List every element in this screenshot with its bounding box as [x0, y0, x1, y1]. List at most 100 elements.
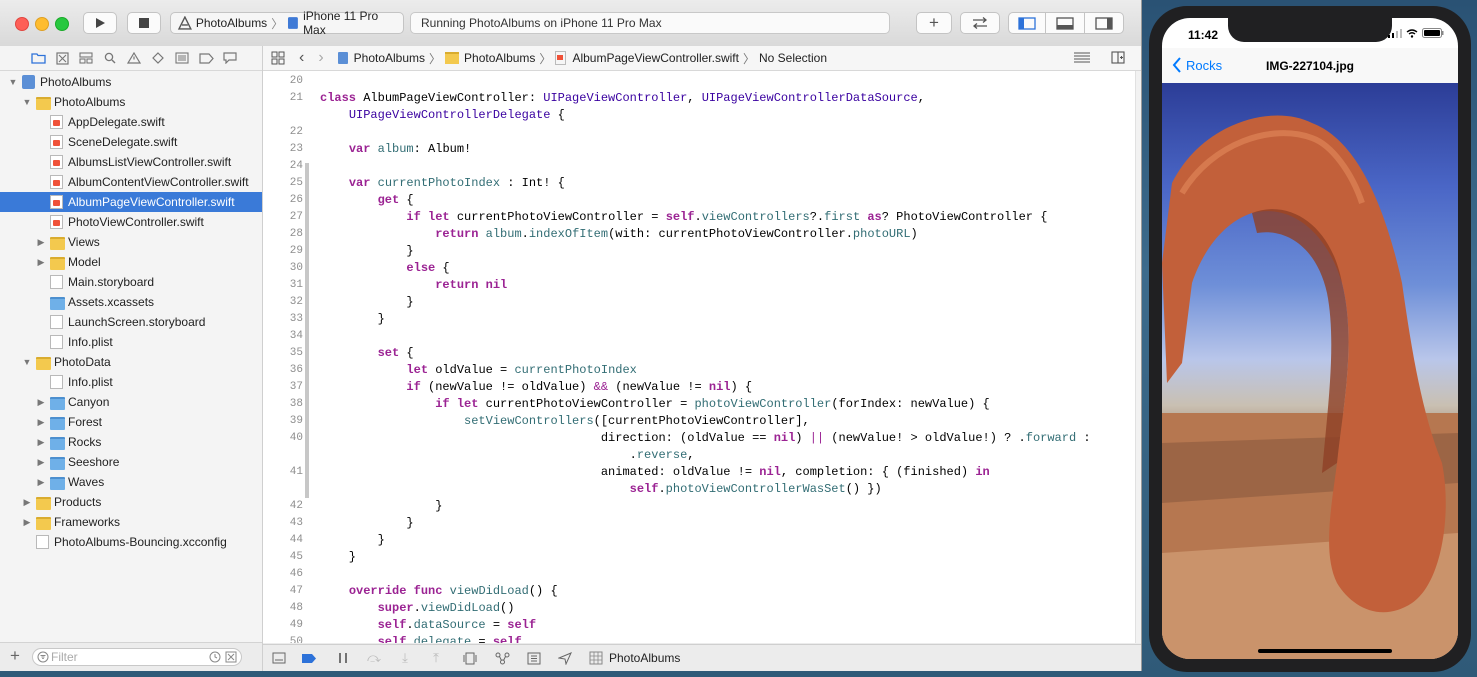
navigator-folder-row[interactable]: ▶ Forest: [0, 412, 262, 432]
code-line: self.dataSource = self: [377, 618, 537, 632]
split-editor-icon[interactable]: [1111, 51, 1125, 67]
app-target-icon: [177, 16, 192, 30]
editor-options-lines-icon[interactable]: [1073, 51, 1091, 67]
location-arrow-icon[interactable]: [557, 651, 573, 665]
pause-icon[interactable]: [335, 651, 351, 665]
navigator-folder-row[interactable]: ▶ Frameworks: [0, 512, 262, 532]
navigator-folder-row[interactable]: ▶ Views: [0, 232, 262, 252]
search-icon[interactable]: [102, 51, 118, 65]
add-file-plus-icon[interactable]: +: [10, 646, 20, 666]
navigator-item-label: Model: [68, 255, 101, 269]
step-out-icon[interactable]: ⤒: [428, 650, 444, 665]
go-back-chevron-icon[interactable]: ‹: [299, 49, 304, 67]
disclosure-closed-icon[interactable]: ▶: [36, 472, 46, 492]
disclosure-open-icon[interactable]: ▼: [8, 72, 18, 92]
disclosure-closed-icon[interactable]: ▶: [36, 392, 46, 412]
related-items-grid-icon[interactable]: [271, 51, 285, 65]
navigator-folder-row[interactable]: ▶ Seeshore: [0, 452, 262, 472]
folder-icon[interactable]: [30, 51, 46, 65]
navigator-folder-row[interactable]: ▶ Products: [0, 492, 262, 512]
source-control-icon[interactable]: [54, 51, 70, 65]
toggle-inspector-button[interactable]: [1084, 12, 1124, 34]
folder-icon: [36, 517, 51, 530]
navigator-item-label: Canyon: [68, 395, 110, 409]
disclosure-open-icon[interactable]: ▼: [22, 352, 32, 372]
disclosure-closed-icon[interactable]: ▶: [22, 492, 32, 512]
disclosure-closed-icon[interactable]: ▶: [36, 412, 46, 432]
navigator-file-row[interactable]: AppDelegate.swift: [0, 112, 262, 132]
disclosure-closed-icon[interactable]: ▶: [36, 452, 46, 472]
step-over-icon[interactable]: ⤼: [366, 650, 382, 665]
breadcrumb-project[interactable]: PhotoAlbums: [354, 51, 425, 65]
navigator-file-row[interactable]: Main.storyboard: [0, 272, 262, 292]
environment-overrides-icon[interactable]: [526, 651, 542, 665]
debug-list-icon[interactable]: [174, 51, 190, 65]
hide-debug-area-icon[interactable]: [271, 651, 287, 665]
view-hierarchy-icon[interactable]: [462, 651, 478, 665]
step-into-icon[interactable]: ⤓: [397, 650, 413, 665]
navigator-file-row[interactable]: AlbumsListViewController.swift: [0, 152, 262, 172]
navigator-folder-row[interactable]: ▼ PhotoData: [0, 352, 262, 372]
memory-graph-icon[interactable]: [494, 651, 510, 665]
minimize-window-button[interactable]: [35, 17, 49, 31]
disclosure-open-icon[interactable]: ▼: [22, 92, 32, 112]
disclosure-closed-icon[interactable]: ▶: [36, 252, 46, 272]
simulator-screen[interactable]: 11:42 Rocks IMG-227104.jpg: [1162, 18, 1458, 659]
navigator-file-row[interactable]: ▼ PhotoAlbums: [0, 72, 262, 92]
process-target[interactable]: PhotoAlbums: [589, 651, 680, 665]
swift-file-icon: [50, 215, 63, 229]
zoom-window-button[interactable]: [55, 17, 69, 31]
stop-button[interactable]: [127, 12, 161, 34]
navigator-file-row[interactable]: AlbumContentViewController.swift: [0, 172, 262, 192]
navigator-item-label: PhotoViewController.swift: [68, 215, 204, 229]
source-control-status-icon[interactable]: [225, 651, 237, 663]
source-editor[interactable]: 20 21 22 23 24 25 26 27 28 29 30 31 32 33 34 35 36 37 38 39…: [263, 71, 1135, 643]
editor-scrollbar[interactable]: [1135, 71, 1141, 643]
nav-title: IMG-227104.jpg: [1265, 59, 1355, 73]
code-line: class AlbumPageViewController: UIPageVie…: [320, 91, 925, 105]
change-bar: [305, 163, 309, 498]
breakpoints-toggle-icon[interactable]: [301, 651, 317, 665]
navigator-folder-row[interactable]: ▶ Canyon: [0, 392, 262, 412]
symbol-icon[interactable]: [78, 51, 94, 65]
code-line: UIPageViewControllerDelegate {: [348, 108, 565, 122]
disclosure-closed-icon[interactable]: ▶: [22, 512, 32, 532]
navigator-file-row[interactable]: LaunchScreen.storyboard: [0, 312, 262, 332]
recent-files-clock-icon[interactable]: [209, 651, 221, 663]
navigator-folder-row[interactable]: Assets.xcassets: [0, 292, 262, 312]
filter-input[interactable]: Filter: [32, 648, 242, 666]
photo-image-view[interactable]: [1162, 83, 1458, 659]
navigator-folder-row[interactable]: ▶ Waves: [0, 472, 262, 492]
folder-icon: [50, 237, 65, 250]
navigator-file-row[interactable]: Info.plist: [0, 332, 262, 352]
toggle-navigator-button[interactable]: [1008, 12, 1046, 34]
navigator-file-row[interactable]: PhotoAlbums-Bouncing.xcconfig: [0, 532, 262, 552]
disclosure-closed-icon[interactable]: ▶: [36, 432, 46, 452]
breadcrumb-file[interactable]: AlbumPageViewController.swift: [572, 51, 739, 65]
navigator-file-row[interactable]: PhotoViewController.swift: [0, 212, 262, 232]
breadcrumb-group[interactable]: PhotoAlbums: [464, 51, 535, 65]
navigator-folder-row[interactable]: ▶ Rocks: [0, 432, 262, 452]
breakpoint-icon[interactable]: [198, 51, 214, 65]
navigator-folder-row[interactable]: ▼ PhotoAlbums: [0, 92, 262, 112]
navigator-file-row[interactable]: SceneDelegate.swift: [0, 132, 262, 152]
navigator-item-label: PhotoAlbums: [40, 75, 112, 89]
folder-icon: [36, 97, 51, 110]
navigator-folder-row[interactable]: ▶ Model: [0, 252, 262, 272]
code-review-button[interactable]: [960, 12, 1000, 34]
run-button[interactable]: [83, 12, 117, 34]
navigator-file-row[interactable]: Info.plist: [0, 372, 262, 392]
library-button[interactable]: +: [916, 12, 952, 34]
go-forward-chevron-icon[interactable]: ›: [318, 49, 323, 67]
test-diamond-icon[interactable]: [150, 51, 166, 65]
line-number: 44: [289, 534, 303, 546]
warning-icon[interactable]: [126, 51, 142, 65]
navigator-file-row[interactable]: AlbumPageViewController.swift: [0, 192, 262, 212]
cellular-signal-icon: [1388, 28, 1402, 38]
toggle-debug-area-button[interactable]: [1045, 12, 1085, 34]
close-window-button[interactable]: [15, 17, 29, 31]
disclosure-closed-icon[interactable]: ▶: [36, 232, 46, 252]
breadcrumb-selection[interactable]: No Selection: [759, 51, 827, 65]
report-icon[interactable]: [222, 51, 238, 65]
scheme-selector[interactable]: PhotoAlbums 〉 iPhone 11 Pro Max: [170, 9, 404, 37]
